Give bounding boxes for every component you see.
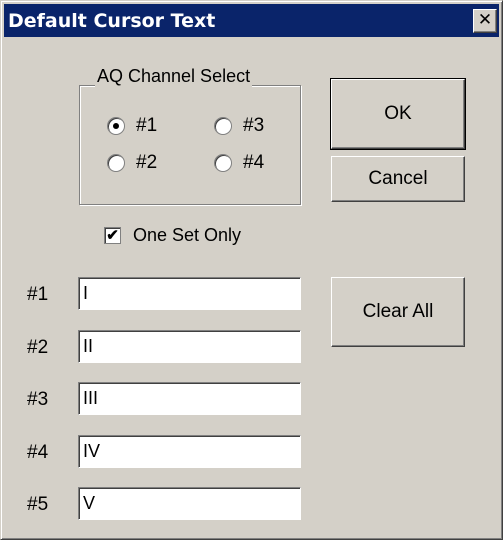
cursor-text-field-3[interactable]	[78, 382, 301, 415]
field-label-3: #3	[27, 389, 49, 410]
checkbox-label: One Set Only	[133, 225, 242, 245]
close-icon[interactable]: ✕	[473, 9, 497, 33]
radio-label: #3	[243, 115, 265, 136]
ok-button[interactable]: OK	[330, 78, 466, 150]
one-set-only-checkbox[interactable]: ✔ One Set Only	[104, 225, 241, 246]
radio-label: #2	[136, 152, 158, 173]
cancel-button[interactable]: Cancel	[331, 156, 465, 202]
cursor-text-field-2[interactable]	[78, 330, 301, 363]
radio-channel-2[interactable]: #2	[107, 152, 157, 174]
radio-label: #1	[136, 115, 158, 136]
channel-select-label: AQ Channel Select	[95, 66, 253, 87]
cursor-text-field-4[interactable]	[78, 435, 301, 468]
channel-select-group	[79, 85, 301, 205]
radio-channel-1[interactable]: #1	[107, 115, 157, 137]
field-label-2: #2	[27, 337, 49, 358]
radio-unselected-icon[interactable]	[214, 117, 232, 135]
radio-channel-4[interactable]: #4	[214, 152, 264, 174]
field-label-4: #4	[27, 442, 49, 463]
clear-all-button[interactable]: Clear All	[331, 277, 465, 347]
field-label-5: #5	[27, 494, 49, 515]
radio-channel-3[interactable]: #3	[214, 115, 264, 137]
cursor-text-field-5[interactable]	[78, 487, 301, 520]
radio-label: #4	[243, 152, 265, 173]
cursor-text-field-1[interactable]	[78, 277, 301, 310]
checkmark-icon[interactable]: ✔	[104, 227, 121, 244]
window-title: Default Cursor Text	[8, 10, 216, 32]
radio-unselected-icon[interactable]	[107, 154, 125, 172]
field-label-1: #1	[27, 284, 49, 305]
radio-selected-icon[interactable]	[107, 117, 125, 135]
title-bar[interactable]: Default Cursor Text ✕	[4, 4, 499, 37]
radio-unselected-icon[interactable]	[214, 154, 232, 172]
